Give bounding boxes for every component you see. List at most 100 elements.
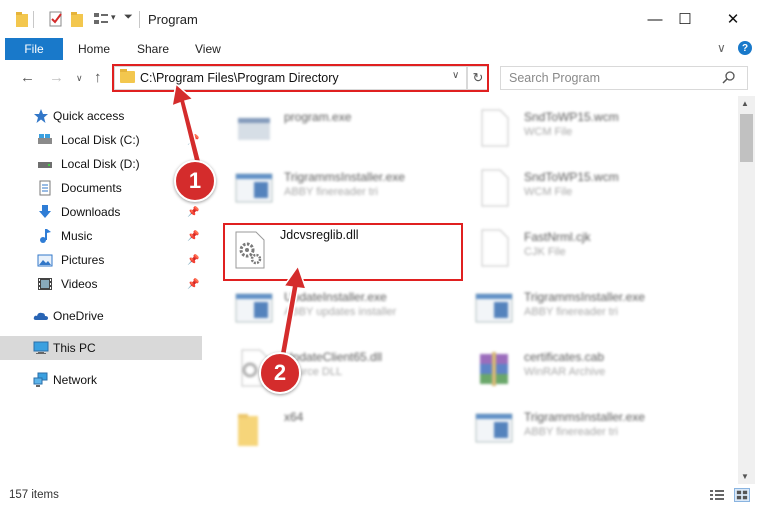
scroll-down-icon[interactable]: ▼ — [741, 472, 749, 481]
sidebar-item-this-pc[interactable]: This PC — [0, 336, 202, 360]
sidebar-item-label: Documents — [61, 181, 122, 195]
list-item[interactable]: program.exe — [228, 100, 468, 156]
file-name: x64 — [284, 410, 304, 424]
window-title: Program — [148, 12, 198, 27]
sidebar-item-label: OneDrive — [53, 309, 104, 323]
file-type: ABBY finereader tri — [524, 306, 618, 318]
sidebar-item-network[interactable]: Network — [0, 368, 202, 392]
download-icon — [39, 205, 51, 218]
computer-icon — [33, 341, 49, 354]
view-options-icon[interactable] — [92, 10, 110, 30]
blank-file-icon — [481, 169, 509, 207]
file-name: TrigrammsInstaller.exe — [524, 410, 645, 424]
search-icon[interactable] — [722, 70, 736, 84]
archive-icon — [480, 352, 508, 386]
title-divider — [139, 11, 140, 28]
list-item[interactable]: TrigrammsInstaller.exe ABBY finereader t… — [468, 280, 708, 336]
sidebar-item-label: Network — [53, 373, 98, 387]
scroll-up-icon[interactable]: ▲ — [741, 99, 749, 108]
folder-icon — [16, 12, 28, 27]
recent-locations-button[interactable]: ∨ — [76, 73, 83, 84]
drive-icon — [38, 134, 52, 144]
file-name: UpdateInstaller.exe — [284, 290, 387, 304]
expand-ribbon-icon[interactable]: ∨ — [717, 41, 726, 55]
maximize-button[interactable]: ☐ — [662, 0, 708, 38]
pin-icon: 📌 — [187, 206, 200, 218]
sidebar-item-local-disk-c[interactable]: Local Disk (C:) 📌 — [0, 128, 202, 152]
close-button[interactable]: ✕ — [710, 0, 756, 38]
sidebar-item-onedrive[interactable]: OneDrive — [0, 304, 202, 328]
sidebar-item-label: Local Disk (D:) — [61, 157, 140, 171]
pin-icon: 📌 — [187, 278, 200, 290]
sidebar-item-local-disk-d[interactable]: Local Disk (D:) — [0, 152, 202, 176]
sidebar-item-downloads[interactable]: Downloads 📌 — [0, 200, 202, 224]
pin-icon: 📌 — [187, 254, 200, 266]
music-icon — [40, 229, 51, 243]
file-name: SndToWP15.wcm — [524, 110, 619, 124]
list-item[interactable]: FastNrml.cjk CJK File — [468, 220, 708, 276]
document-icon — [39, 180, 51, 196]
installer-icon — [235, 173, 273, 203]
tab-view[interactable]: View — [195, 42, 221, 56]
list-item[interactable]: x64 — [228, 400, 468, 456]
sidebar-item-documents[interactable]: Documents 📌 — [0, 176, 202, 200]
video-icon — [38, 278, 52, 290]
address-highlight-box — [112, 64, 489, 92]
sidebar-item-label: Videos — [61, 277, 98, 291]
new-folder-icon[interactable] — [70, 10, 84, 30]
blank-file-icon — [481, 229, 509, 267]
file-type: ABBY finereader tri — [284, 186, 378, 198]
tab-file[interactable]: File — [5, 38, 63, 60]
file-type: ABBY updates installer — [284, 306, 397, 318]
star-icon — [34, 109, 48, 123]
status-bar — [0, 484, 769, 506]
blank-file-icon — [481, 109, 509, 147]
installer-icon — [475, 413, 513, 443]
sidebar-item-music[interactable]: Music 📌 — [0, 224, 202, 248]
properties-icon[interactable] — [48, 10, 64, 30]
up-button[interactable]: ↑ — [94, 69, 102, 86]
list-item[interactable]: TrigrammsInstaller.exe ABBY finereader t… — [468, 400, 708, 456]
drive-icon — [38, 162, 52, 168]
folder-icon — [238, 414, 258, 446]
tab-home[interactable]: Home — [78, 42, 110, 56]
list-item[interactable]: TrigrammsInstaller.exe ABBY finereader t… — [228, 160, 468, 216]
dll-highlight-box — [223, 223, 463, 281]
network-icon — [33, 372, 48, 387]
picture-icon — [37, 254, 53, 267]
sidebar-item-label: Local Disk (C:) — [61, 133, 140, 147]
file-type: CJK File — [524, 246, 566, 258]
pin-icon: 📌 — [187, 230, 200, 242]
step-badge-1: 1 — [174, 160, 216, 202]
list-item[interactable]: SndToWP15.wcm WCM File — [468, 160, 708, 216]
sidebar-item-pictures[interactable]: Pictures 📌 — [0, 248, 202, 272]
cloud-icon — [33, 312, 48, 320]
file-name: UpdateClient65.dll — [284, 350, 383, 364]
list-item[interactable]: certificates.cab WinRAR Archive — [468, 340, 708, 396]
tiles-view-icon[interactable] — [734, 488, 750, 502]
sidebar-item-quick-access[interactable]: Quick access — [0, 104, 202, 128]
file-name: certificates.cab — [524, 350, 605, 364]
details-view-icon[interactable] — [709, 488, 725, 502]
back-button[interactable]: ← — [20, 69, 35, 86]
list-item[interactable]: SndToWP15.wcm WCM File — [468, 100, 708, 156]
qa-divider — [33, 11, 34, 28]
file-type: WCM File — [524, 126, 573, 138]
scroll-thumb[interactable] — [740, 114, 753, 162]
exe-file-icon — [238, 118, 270, 140]
sidebar-item-label: Pictures — [61, 253, 105, 267]
file-name: FastNrml.cjk — [524, 230, 591, 244]
help-icon[interactable]: ? — [738, 41, 752, 55]
installer-icon — [475, 293, 513, 323]
item-count: 157 items — [9, 489, 59, 501]
sidebar-item-label: Quick access — [53, 109, 125, 123]
forward-button[interactable]: → — [49, 69, 64, 86]
chevron-down-icon[interactable]: ▾ — [111, 12, 116, 32]
sidebar-item-videos[interactable]: Videos 📌 — [0, 272, 202, 296]
list-item[interactable]: UpdateInstaller.exe ABBY updates install… — [228, 280, 468, 336]
file-name: TrigrammsInstaller.exe — [284, 170, 405, 184]
pin-icon: 📌 — [187, 134, 200, 146]
tab-share[interactable]: Share — [137, 42, 169, 56]
search-input[interactable]: Search Program — [509, 71, 600, 85]
customize-toolbar-icon[interactable]: ⏷ — [124, 11, 133, 31]
